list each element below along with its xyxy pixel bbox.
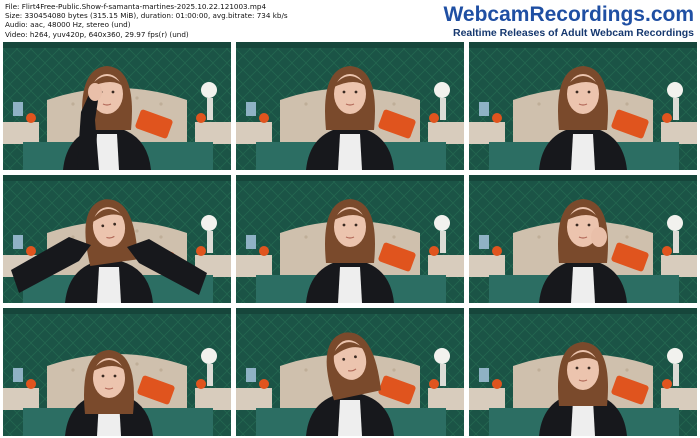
video-thumbnail[interactable]	[236, 42, 464, 170]
thumbnail-grid	[3, 42, 697, 436]
video-thumbnail[interactable]	[469, 42, 697, 170]
video-thumbnail[interactable]	[469, 175, 697, 303]
thumbnail-scene	[469, 308, 697, 436]
header: File: Flirt4Free-Public.Show-f-samanta-m…	[0, 0, 700, 40]
video-thumbnail[interactable]	[236, 175, 464, 303]
file-metadata: File: Flirt4Free-Public.Show-f-samanta-m…	[5, 2, 288, 39]
thumbnail-scene	[3, 42, 231, 170]
video-thumbnail[interactable]	[469, 308, 697, 436]
video-thumbnail[interactable]	[3, 308, 231, 436]
video-line: Video: h264, yuv420p, 640x360, 29.97 fps…	[5, 29, 189, 39]
audio-line: Audio: aac, 48000 Hz, stereo (und)	[5, 20, 131, 30]
brand-tagline: Realtime Releases of Adult Webcam Record…	[453, 27, 694, 39]
brand-name: WebcamRecordings.com	[443, 3, 694, 26]
video-thumbnail[interactable]	[3, 175, 231, 303]
thumbnail-scene	[236, 42, 464, 170]
thumbnail-scene	[3, 175, 231, 303]
video-thumbnail[interactable]	[236, 308, 464, 436]
thumbnail-scene	[469, 42, 697, 170]
brand-logo: WebcamRecordings.com Realtime Releases o…	[443, 3, 694, 39]
thumbnail-scene	[3, 308, 231, 436]
video-thumbnail[interactable]	[3, 42, 231, 170]
thumbnail-scene	[236, 175, 464, 303]
thumbnail-scene	[469, 175, 697, 303]
file-size-line: Size: 330454080 bytes (315.15 MiB), dura…	[5, 11, 288, 21]
thumbnail-scene	[236, 308, 464, 436]
file-name-line: File: Flirt4Free-Public.Show-f-samanta-m…	[5, 2, 267, 11]
